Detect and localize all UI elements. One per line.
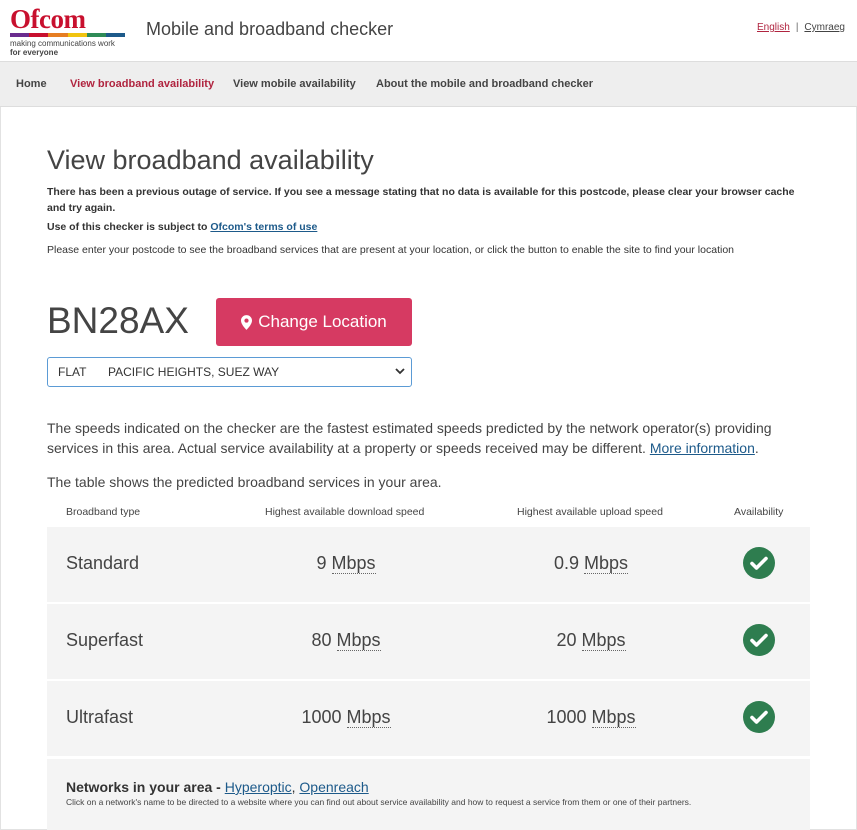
header-upload-speed: Highest available upload speed [517,506,663,518]
download-unit: Mbps [346,707,391,728]
terms-of-use-link[interactable]: Ofcom's terms of use [210,221,317,233]
header-broadband-type: Broadband type [66,506,141,518]
broadband-type: Standard [66,553,140,573]
main-nav: Home View broadband availability View mo… [0,61,857,107]
upload-unit: Mbps [581,630,626,651]
header-availability: Availability [734,506,784,518]
header-download-speed: Highest available download speed [265,506,425,518]
map-marker-icon [241,314,253,330]
language-english-link[interactable]: English [757,22,790,33]
nav-broadband-availability[interactable]: View broadband availability [70,78,214,90]
upload-speed: 20 Mbps [462,630,720,651]
download-unit: Mbps [331,553,376,574]
download-speed: 80 Mbps [217,630,475,651]
upload-speed: 0.9 Mbps [462,553,720,574]
check-circle-icon [743,624,775,656]
postcode-instruction: Please enter your postcode to see the br… [47,244,735,256]
more-information-link[interactable]: More information [650,440,755,456]
site-header: Ofcom making communications work for eve… [0,0,857,61]
download-value: 9 [316,553,327,573]
nav-home[interactable]: Home [16,78,47,90]
networks-label: Networks in your area - [66,779,221,795]
table-row: Ultrafast 1000 Mbps 1000 Mbps [47,681,810,757]
table-intro: The table shows the predicted broadband … [47,474,442,490]
download-unit: Mbps [336,630,381,651]
upload-unit: Mbps [584,553,629,574]
terms-notice: Use of this checker is subject to Ofcom'… [47,221,317,233]
table-row: Superfast 80 Mbps 20 Mbps [47,604,810,680]
terms-prefix: Use of this checker is subject to [47,221,208,233]
check-circle-icon [743,701,775,733]
upload-value: 0.9 [553,553,579,573]
logo-tagline: making communications work [10,39,115,48]
speed-disclaimer: The speeds indicated on the checker are … [47,418,812,458]
download-value: 1000 [301,707,342,727]
language-switcher: English | Cymraeg [757,22,845,33]
logo-tagline-bold: for everyone [10,48,59,57]
network-link-hyperoptic[interactable]: Hyperoptic [225,779,292,795]
main-content: View broadband availability There has be… [0,107,857,830]
upload-speed: 1000 Mbps [462,707,720,728]
upload-value: 1000 [546,707,587,727]
disclaimer-end: . [754,440,759,456]
site-title: Mobile and broadband checker [146,19,394,39]
networks-title: Networks in your area - Hyperoptic, Open… [66,779,369,795]
table-row: Standard 9 Mbps 0.9 Mbps [47,527,810,603]
change-location-button[interactable]: Change Location [216,298,412,346]
nav-mobile-availability[interactable]: View mobile availability [233,78,356,90]
download-speed: 9 Mbps [217,553,475,574]
network-link-openreach[interactable]: Openreach [299,779,368,795]
networks-note: Click on a network's name to be directed… [66,797,692,807]
logo-word: Ofcom [10,4,86,34]
language-separator: | [795,22,799,33]
networks-panel: Networks in your area - Hyperoptic, Open… [47,759,810,830]
address-value: PACIFIC HEIGHTS, SUEZ WAY [108,365,280,379]
broadband-type: Ultrafast [66,707,134,727]
ofcom-logo[interactable]: Ofcom making communications work for eve… [10,4,130,57]
check-circle-icon [743,547,775,579]
outage-notice: There has been a previous outage of serv… [47,186,795,214]
logo-color-bar [10,33,126,37]
address-flat: FLAT [58,365,87,379]
page-title: View broadband availability [47,145,374,175]
upload-unit: Mbps [591,707,636,728]
download-value: 80 [311,630,332,650]
nav-about-checker[interactable]: About the mobile and broadband checker [376,78,593,90]
postcode-display: BN28AX [47,300,189,341]
broadband-type: Superfast [66,630,144,650]
download-speed: 1000 Mbps [217,707,475,728]
change-location-label: Change Location [258,312,387,331]
address-select[interactable]: FLAT PACIFIC HEIGHTS, SUEZ WAY [47,357,412,387]
language-welsh-link[interactable]: Cymraeg [804,22,845,33]
table-header: Broadband type Highest available downloa… [47,504,810,526]
chevron-down-icon [395,368,405,375]
upload-value: 20 [556,630,577,650]
